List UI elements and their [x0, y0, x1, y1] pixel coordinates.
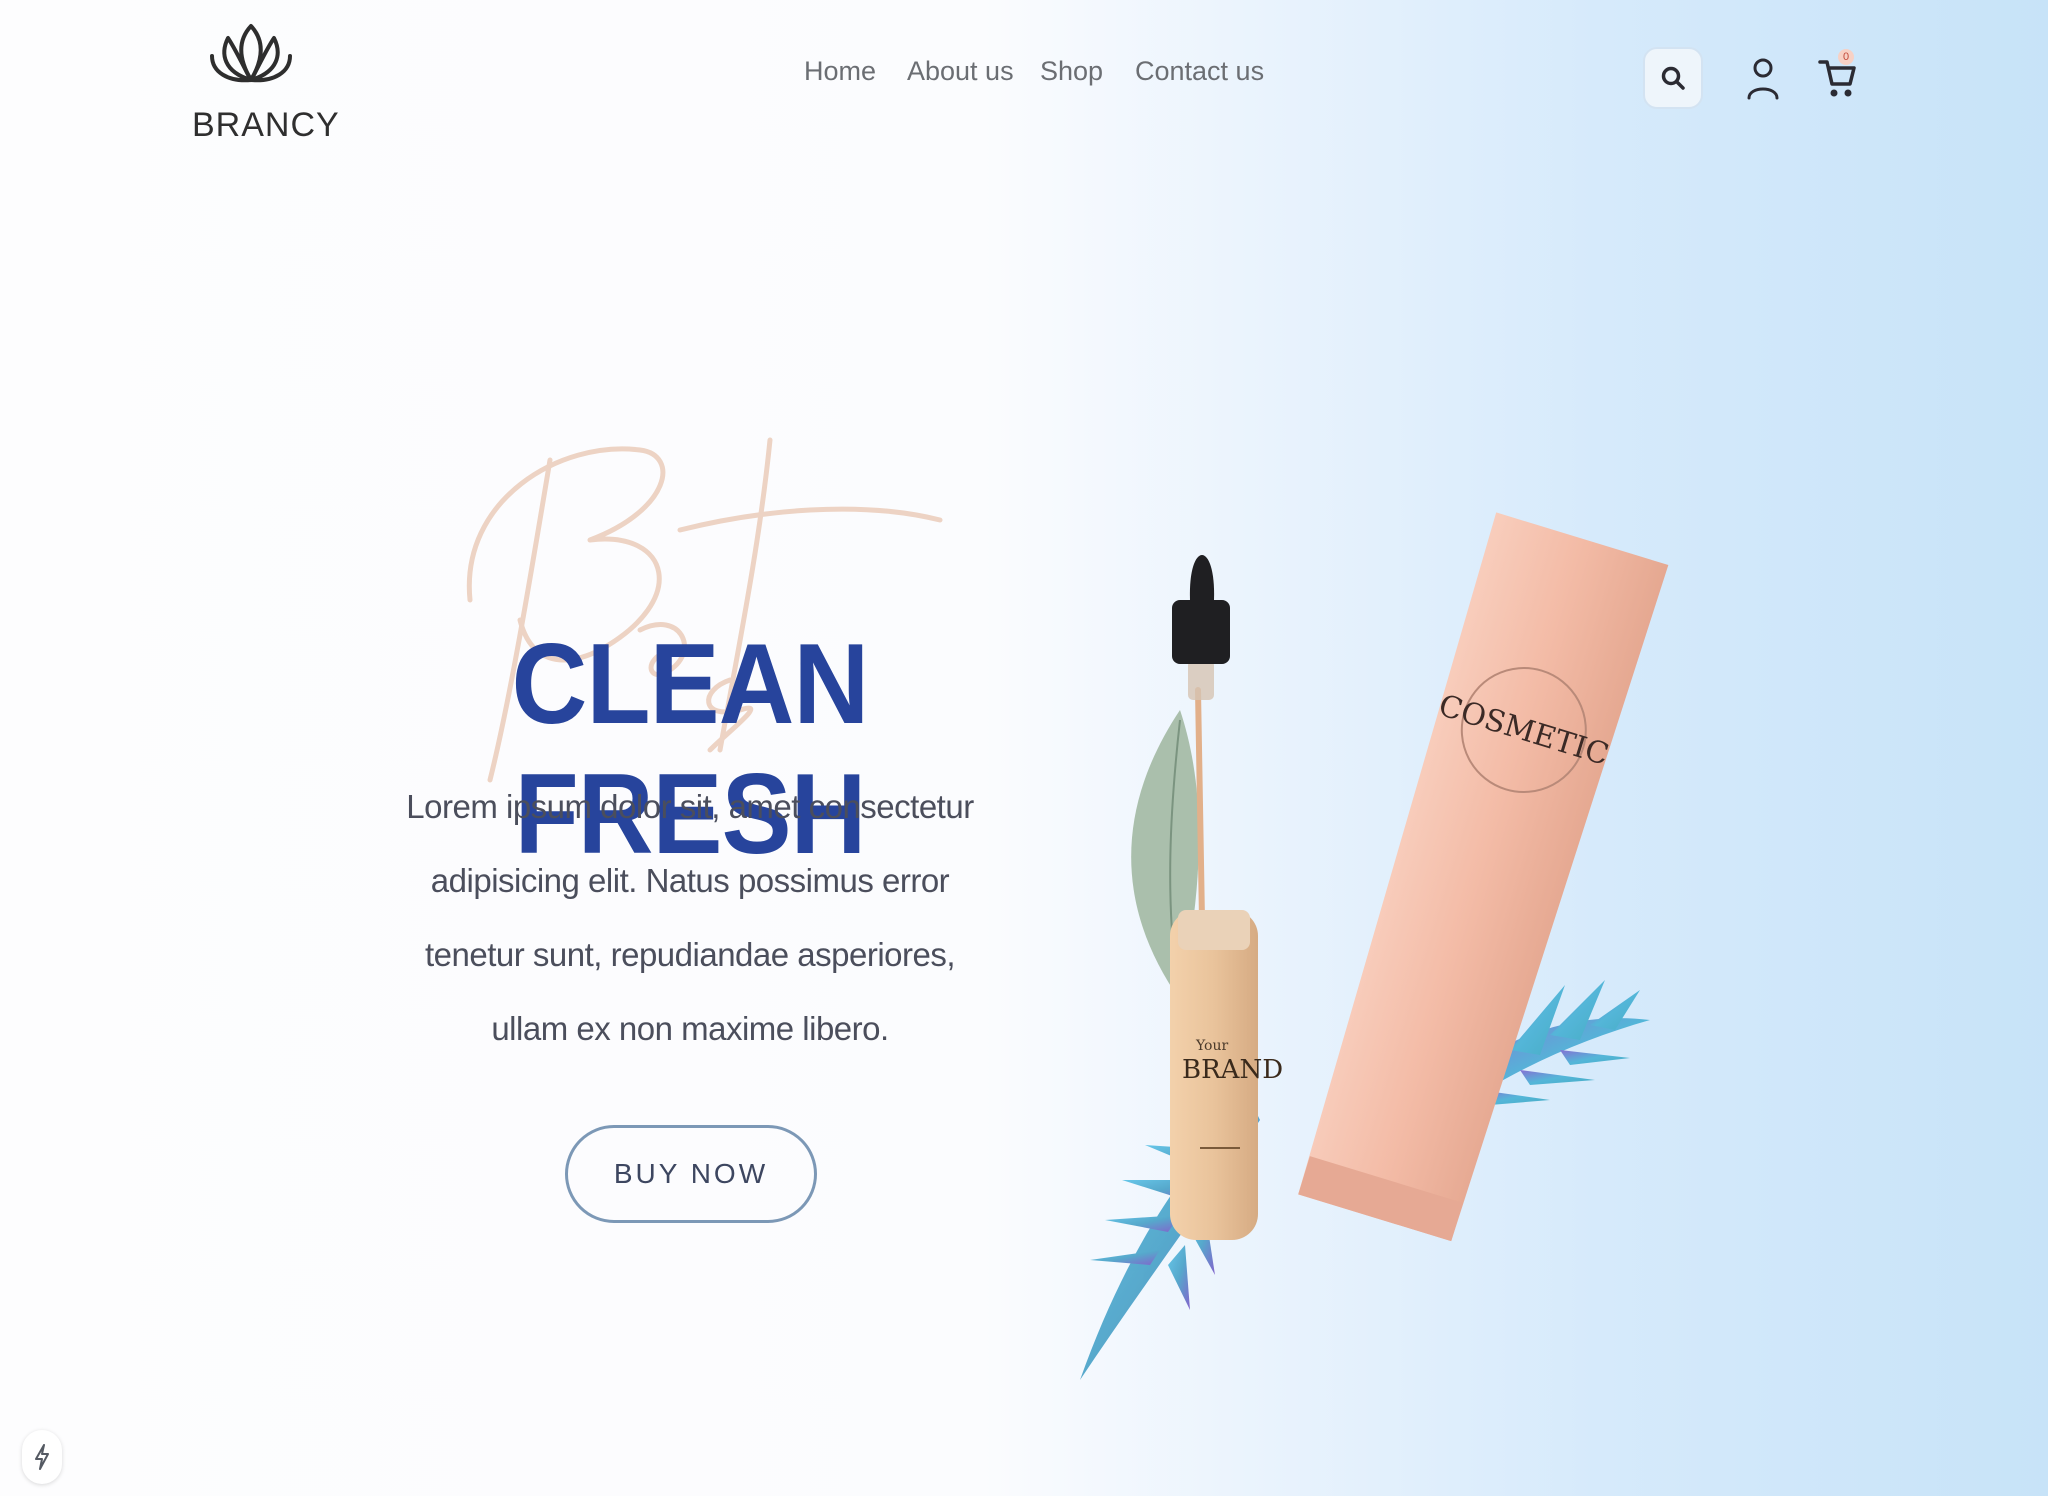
nav-contact-us[interactable]: Contact us — [1135, 56, 1264, 87]
search-icon — [1661, 66, 1685, 90]
user-icon — [1747, 58, 1779, 100]
bottle-label: BRAND — [1182, 1055, 1283, 1085]
search-button[interactable] — [1643, 47, 1703, 109]
account-button[interactable] — [1746, 56, 1780, 100]
bottle-label-small: Your — [1195, 1038, 1228, 1054]
logo-text: BRANCY — [192, 106, 340, 144]
nav-about-us[interactable]: About us — [907, 56, 1014, 87]
buy-now-button[interactable]: BUY NOW — [565, 1125, 817, 1223]
lotus-logo-icon — [210, 24, 292, 83]
brand-logo[interactable]: BRANCY — [188, 18, 340, 148]
cart-count-badge: 0 — [1838, 49, 1854, 65]
product-image: COSMETIC Your BRAND — [1080, 512, 1669, 1380]
nav-shop[interactable]: Shop — [1040, 56, 1103, 87]
floating-action-button[interactable] — [22, 1430, 62, 1484]
lightning-icon — [35, 1444, 49, 1470]
nav-home[interactable]: Home — [804, 56, 876, 87]
hero-description: Lorem ipsum dolor sit, amet consectetur … — [406, 788, 974, 1047]
site-header: BRANCY Home About us Shop Contact us 0 — [0, 0, 2048, 160]
